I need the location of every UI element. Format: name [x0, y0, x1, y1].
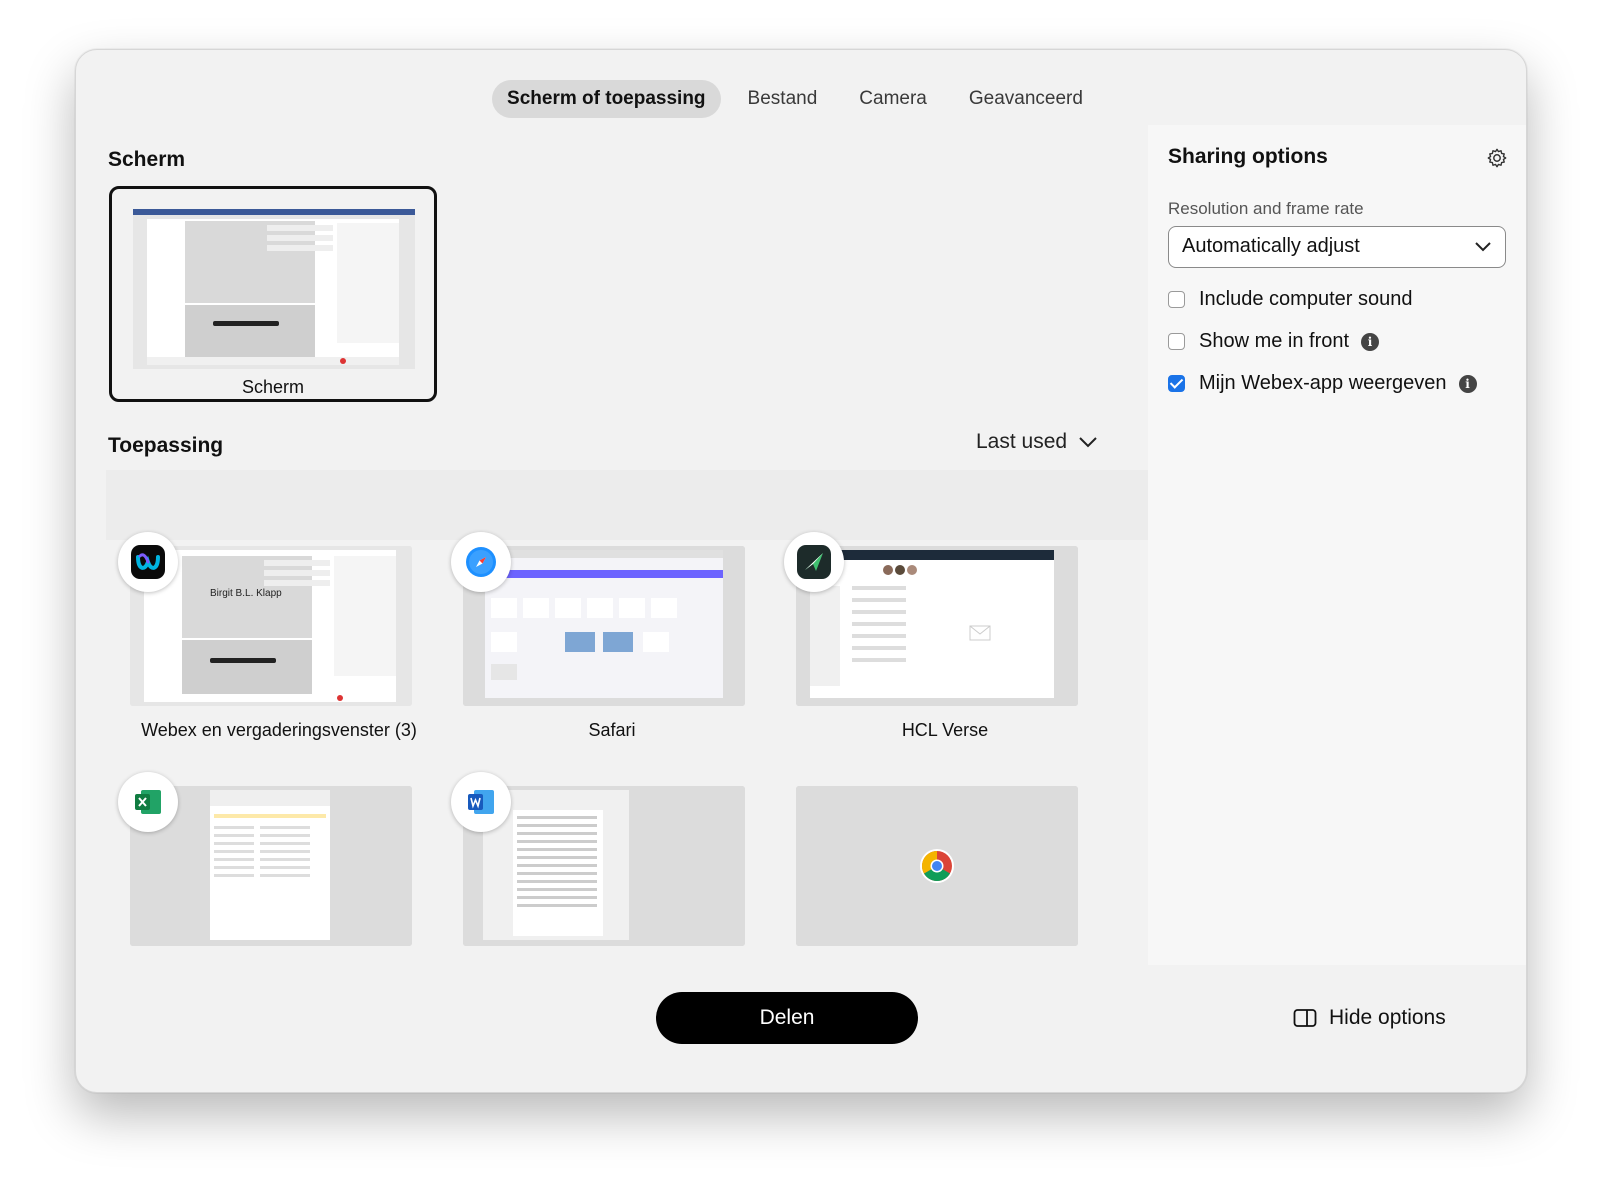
app-label: Webex en vergaderingsvenster (3)	[141, 720, 417, 740]
app-tile-excel[interactable]	[109, 762, 449, 972]
chevron-down-icon	[1475, 242, 1491, 252]
app-tile-webex[interactable]: Birgit B.L. Klapp Webex en vergaderingsv…	[109, 522, 449, 740]
option-label: Show me in front	[1199, 330, 1350, 352]
app-tile-safari[interactable]: Safari	[442, 522, 782, 740]
sharing-options-panel: Sharing options Resolution and frame rat…	[1148, 125, 1526, 965]
app-tile-word[interactable]	[442, 762, 782, 972]
share-button[interactable]: Delen	[656, 992, 918, 1044]
tab-advanced[interactable]: Geavanceerd	[954, 80, 1098, 118]
chevron-down-icon	[1079, 437, 1097, 448]
safari-icon	[451, 532, 511, 592]
share-dialog: Scherm of toepassing Bestand Camera Geav…	[75, 49, 1527, 1093]
app-tile-hcl-verse[interactable]: HCL Verse	[775, 522, 1115, 740]
app-label: Safari	[588, 720, 636, 740]
sort-dropdown[interactable]: Last used	[976, 430, 1099, 454]
include-computer-sound-checkbox[interactable]	[1168, 291, 1185, 308]
hide-options-label: Hide options	[1329, 1006, 1446, 1029]
app-tile-chrome[interactable]	[775, 762, 1115, 972]
sharing-options-title: Sharing options	[1168, 145, 1328, 168]
app-label: HCL Verse	[901, 720, 989, 740]
option-label: Include computer sound	[1199, 288, 1413, 310]
chrome-icon	[796, 786, 1078, 946]
tab-camera[interactable]: Camera	[844, 80, 942, 118]
screen-card-label: Scherm	[241, 377, 304, 397]
hide-options-button[interactable]: Hide options	[1293, 1006, 1446, 1030]
option-label: Mijn Webex-app weergeven	[1199, 372, 1447, 394]
sort-label: Last used	[976, 430, 1068, 453]
gear-icon[interactable]	[1486, 147, 1508, 169]
resolution-select[interactable]: Automatically adjust	[1168, 226, 1506, 268]
word-icon	[451, 772, 511, 832]
screen-card[interactable]: Scherm	[109, 186, 437, 402]
screen-thumbnail	[133, 209, 415, 369]
info-icon[interactable]: i	[1361, 332, 1380, 351]
info-icon[interactable]: i	[1458, 374, 1477, 393]
tab-screen-or-application[interactable]: Scherm of toepassing	[492, 80, 721, 118]
resolution-value: Automatically adjust	[1182, 235, 1360, 257]
option-show-me-in-front[interactable]: Show me in front i	[1168, 330, 1380, 353]
option-show-webex-app[interactable]: Mijn Webex-app weergeven i	[1168, 372, 1477, 395]
application-section-title: Toepassing	[108, 434, 224, 457]
tab-file[interactable]: Bestand	[733, 80, 833, 118]
show-me-in-front-checkbox[interactable]	[1168, 333, 1185, 350]
option-include-computer-sound[interactable]: Include computer sound	[1168, 288, 1412, 311]
app-thumbnail	[796, 786, 1078, 946]
webex-icon	[118, 532, 178, 592]
screen-section-title: Scherm	[108, 148, 186, 171]
show-webex-app-checkbox[interactable]	[1168, 375, 1185, 392]
resolution-label: Resolution and frame rate	[1168, 199, 1364, 218]
hcl-verse-icon	[784, 532, 844, 592]
thumbnail-participant-name: Birgit B.L. Klapp	[210, 588, 282, 599]
sidebar-panel-icon	[1293, 1009, 1317, 1027]
excel-icon	[118, 772, 178, 832]
share-tabs: Scherm of toepassing Bestand Camera Geav…	[76, 80, 1526, 118]
